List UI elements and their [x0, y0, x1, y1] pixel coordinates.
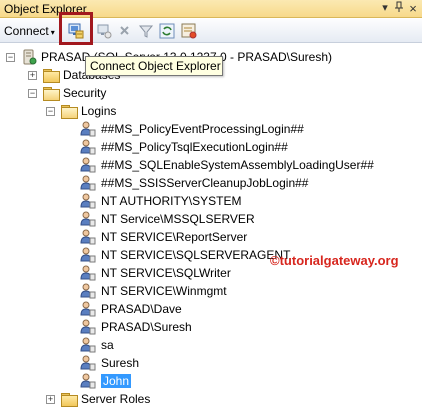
- login-label: PRASAD\Suresh: [101, 320, 192, 334]
- login-item[interactable]: ##MS_SQLEnableSystemAssemblyLoadingUser#…: [80, 156, 374, 174]
- server-roles-label: Server Roles: [81, 392, 151, 406]
- login-label: ##MS_PolicyTsqlExecutionLogin##: [101, 140, 288, 154]
- login-item[interactable]: NT SERVICE\Winmgmt: [80, 282, 227, 300]
- login-label: NT SERVICE\SQLSERVERAGENT: [101, 248, 291, 262]
- login-user-icon: [80, 229, 96, 245]
- logins-label: Logins: [81, 104, 117, 118]
- login-user-icon: [80, 319, 96, 335]
- login-item[interactable]: sa: [80, 336, 114, 354]
- login-label: Suresh: [101, 356, 140, 370]
- pin-icon[interactable]: ▾: [378, 1, 392, 14]
- chevron-down-icon: ▾: [50, 28, 55, 37]
- login-item[interactable]: John: [80, 372, 132, 390]
- login-user-icon: [80, 337, 96, 353]
- folder-open-icon: [43, 87, 60, 101]
- expand-toggle[interactable]: +: [28, 70, 37, 80]
- connect-label: Connect: [4, 24, 49, 38]
- login-item[interactable]: Suresh: [80, 354, 139, 372]
- login-label: NT Service\MSSQLSERVER: [101, 212, 255, 226]
- login-item[interactable]: PRASAD\Dave: [80, 300, 182, 318]
- login-user-icon: [80, 175, 96, 191]
- folder-open-icon: [61, 105, 78, 119]
- expand-toggle[interactable]: +: [46, 394, 55, 404]
- disconnect-icon[interactable]: [95, 22, 113, 40]
- tooltip: Connect Object Explorer: [85, 56, 223, 76]
- collapse-toggle[interactable]: −: [28, 88, 37, 98]
- login-label: ##MS_PolicyEventProcessingLogin##: [101, 122, 304, 136]
- login-label: NT AUTHORITY\SYSTEM: [101, 194, 242, 208]
- login-label: PRASAD\Dave: [101, 302, 182, 316]
- filter-icon[interactable]: [137, 22, 155, 40]
- connect-button-highlight: [59, 12, 93, 45]
- login-user-icon: [80, 301, 96, 317]
- login-item[interactable]: ##MS_PolicyEventProcessingLogin##: [80, 120, 304, 138]
- object-explorer-tree: − PRASAD (SQL Server 13.0.1237.0 - PRASA…: [0, 44, 422, 407]
- folder-icon: [43, 69, 60, 83]
- login-item[interactable]: NT SERVICE\SQLWriter: [80, 264, 231, 282]
- login-user-icon: [80, 193, 96, 209]
- server-icon: [21, 49, 37, 65]
- login-label: ##MS_SQLEnableSystemAssemblyLoadingUser#…: [101, 158, 374, 172]
- login-item[interactable]: ##MS_PolicyTsqlExecutionLogin##: [80, 138, 288, 156]
- refresh-icon[interactable]: [158, 22, 176, 40]
- stop-icon[interactable]: [116, 22, 134, 40]
- watermark-text: tutorialgateway.org: [279, 253, 399, 268]
- login-user-icon: [80, 211, 96, 227]
- login-item[interactable]: NT SERVICE\SQLSERVERAGENT: [80, 246, 290, 264]
- login-item[interactable]: ##MS_SSISServerCleanupJobLogin##: [80, 174, 308, 192]
- login-label: NT SERVICE\SQLWriter: [101, 266, 231, 280]
- collapse-toggle[interactable]: −: [6, 52, 15, 62]
- activity-monitor-icon[interactable]: [180, 22, 198, 40]
- login-label: NT SERVICE\ReportServer: [101, 230, 248, 244]
- login-user-icon: [80, 139, 96, 155]
- tree-node-server-roles[interactable]: + Server Roles: [46, 390, 150, 408]
- connect-dropdown-button[interactable]: Connect ▾: [4, 24, 55, 38]
- login-item[interactable]: NT SERVICE\ReportServer: [80, 228, 247, 246]
- login-user-icon: [80, 265, 96, 281]
- login-user-icon: [80, 355, 96, 371]
- watermark: ©tutorialgateway.org: [270, 253, 399, 268]
- tree-node-logins[interactable]: − Logins: [46, 102, 116, 120]
- login-user-icon: [80, 283, 96, 299]
- login-label: NT SERVICE\Winmgmt: [101, 284, 227, 298]
- login-item[interactable]: NT Service\MSSQLSERVER: [80, 210, 255, 228]
- collapse-toggle[interactable]: −: [46, 106, 55, 116]
- login-user-icon: [80, 373, 96, 389]
- auto-hide-icon[interactable]: [392, 1, 406, 16]
- copyright-symbol: ©: [270, 253, 280, 268]
- login-label: ##MS_SSISServerCleanupJobLogin##: [101, 176, 309, 190]
- login-item[interactable]: NT AUTHORITY\SYSTEM: [80, 192, 241, 210]
- login-label: John: [101, 374, 132, 388]
- login-user-icon: [80, 157, 96, 173]
- close-icon[interactable]: ×: [406, 1, 420, 16]
- login-label: sa: [101, 338, 114, 352]
- tree-node-security[interactable]: − Security: [28, 84, 106, 102]
- login-item[interactable]: PRASAD\Suresh: [80, 318, 192, 336]
- login-user-icon: [80, 121, 96, 137]
- login-user-icon: [80, 247, 96, 263]
- security-label: Security: [63, 86, 107, 100]
- folder-icon: [61, 393, 78, 407]
